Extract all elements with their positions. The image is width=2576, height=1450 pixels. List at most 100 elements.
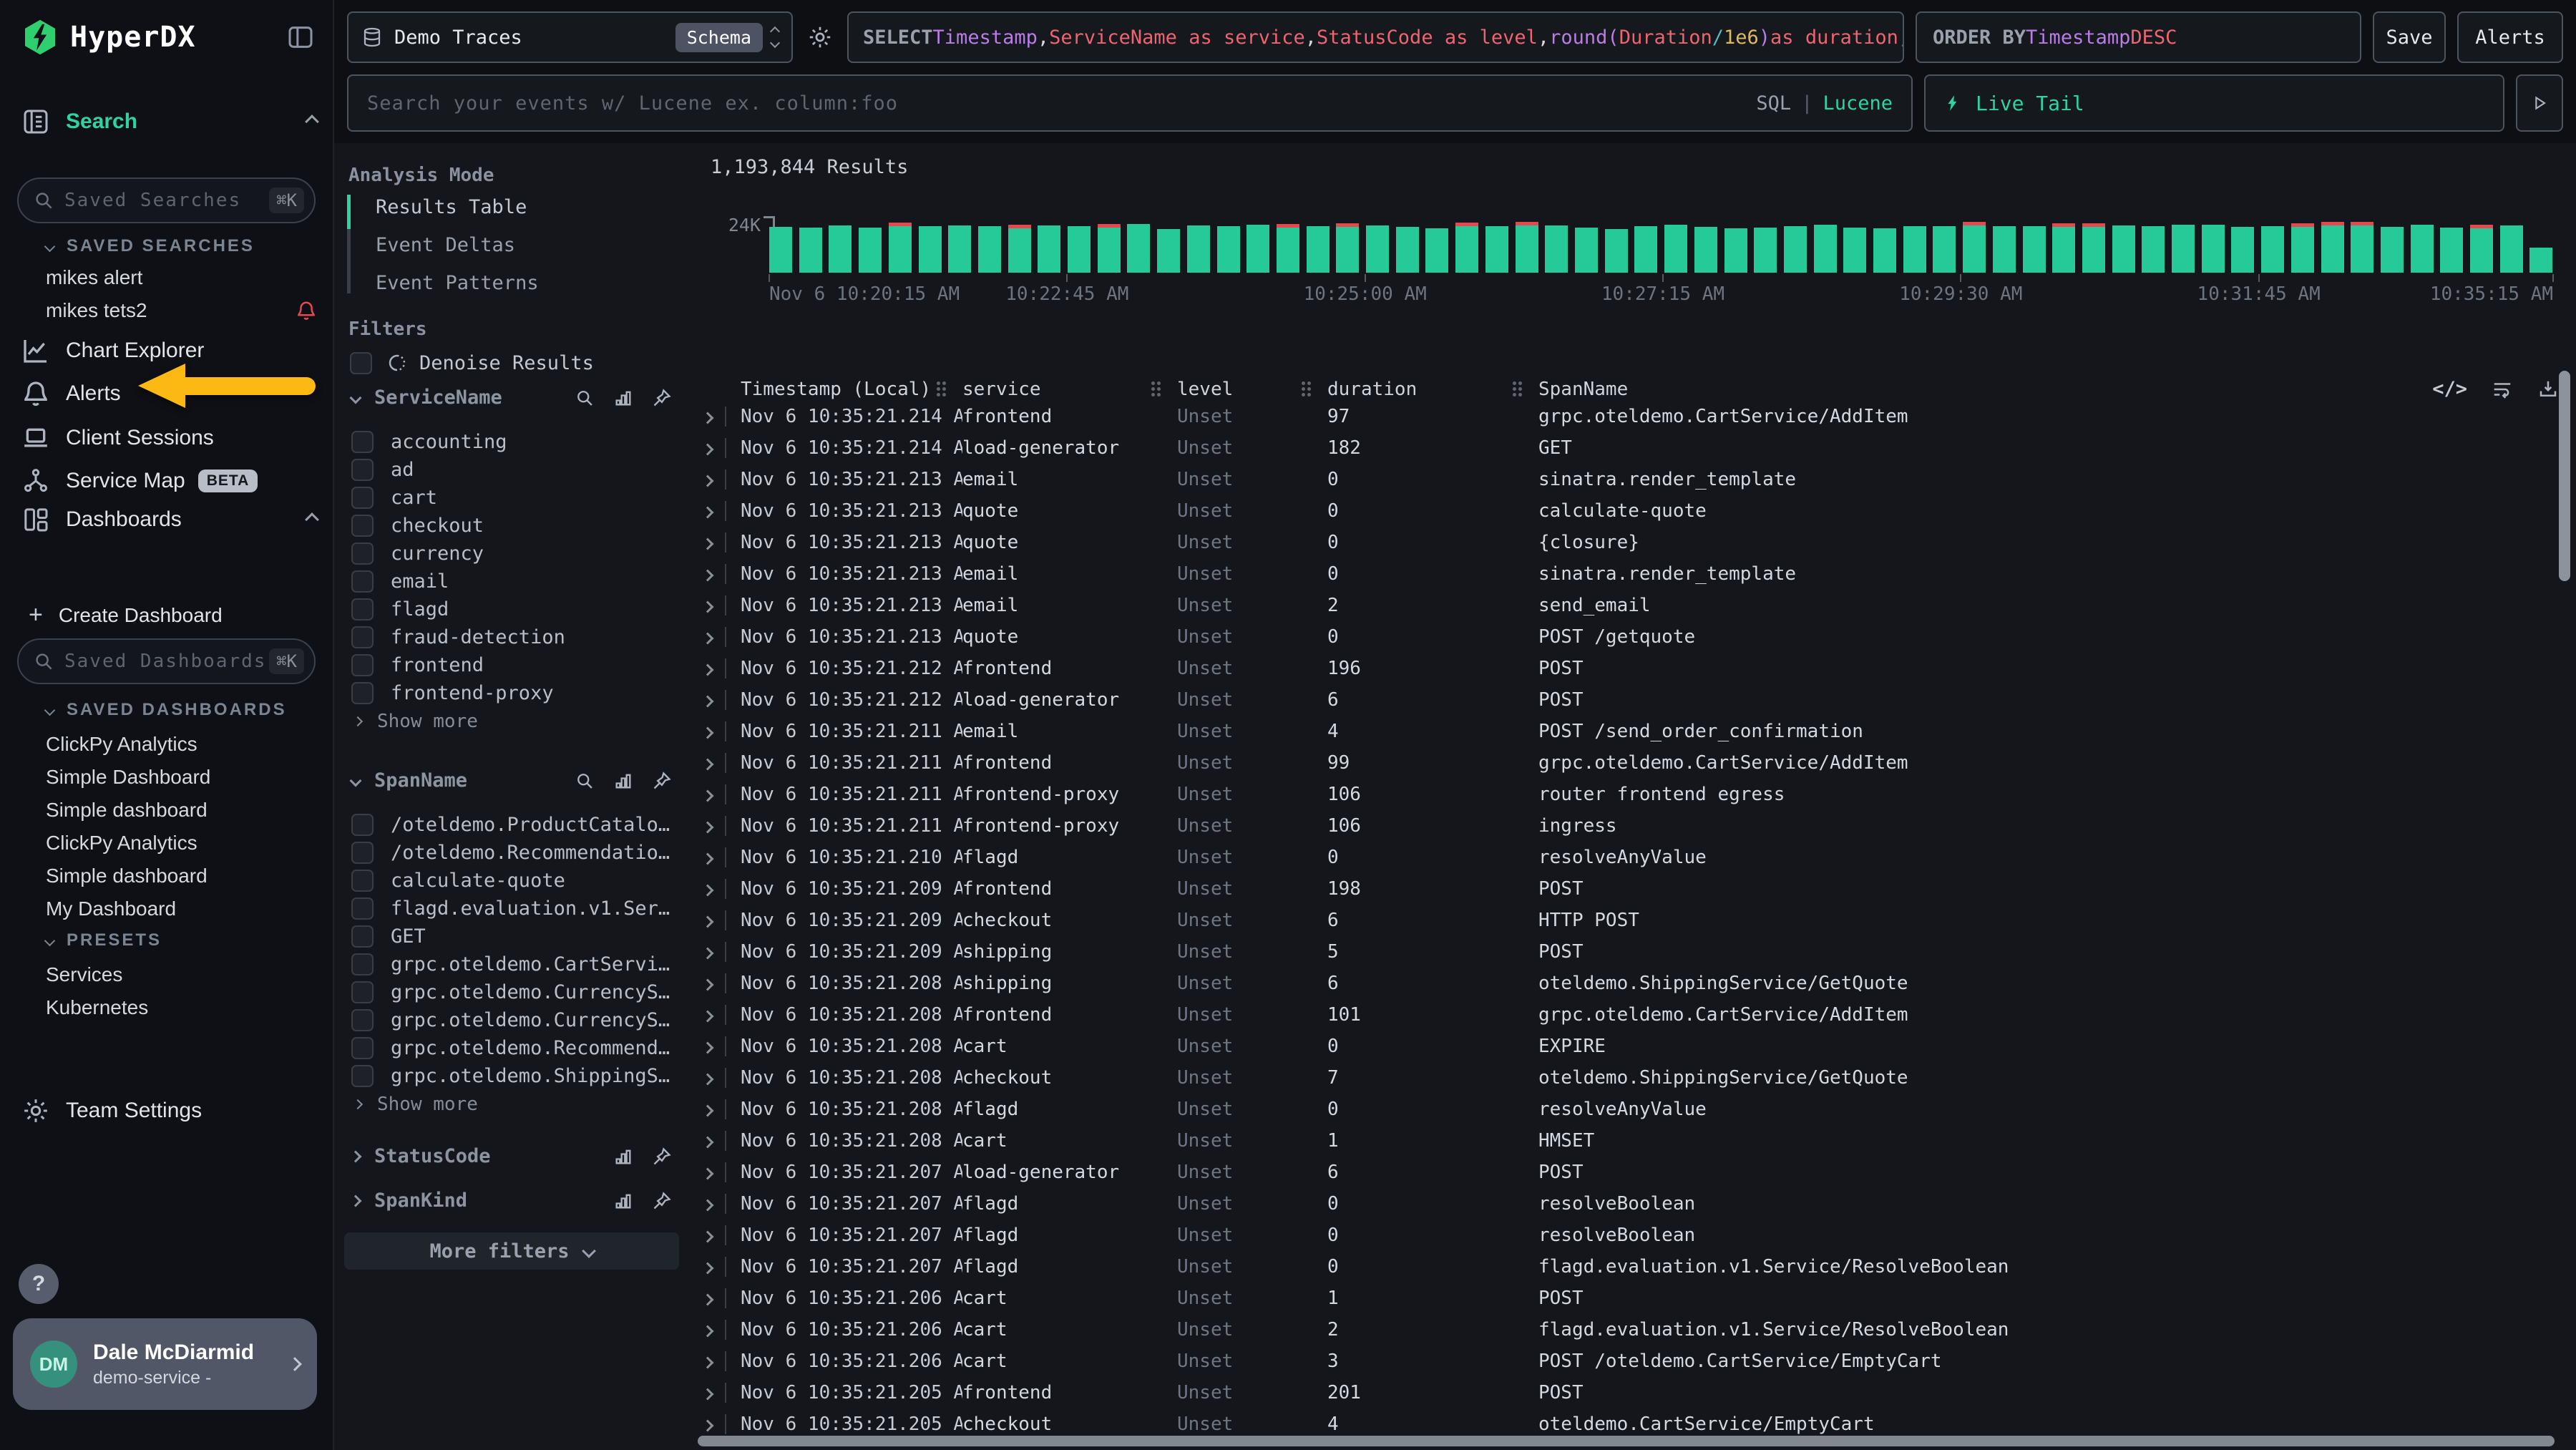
- expand-row-icon[interactable]: [691, 1004, 741, 1026]
- filter-value-row[interactable]: frontend-proxy: [333, 679, 691, 707]
- expand-row-icon[interactable]: [691, 658, 741, 679]
- expand-row-icon[interactable]: [691, 1351, 741, 1372]
- histogram-bar[interactable]: [1068, 226, 1091, 273]
- saved-searches-heading[interactable]: SAVED SEARCHES: [46, 236, 255, 256]
- checkbox[interactable]: [351, 981, 374, 1003]
- histogram-bar[interactable]: [1545, 225, 1568, 273]
- histogram-bar[interactable]: [1754, 228, 1777, 273]
- filter-value-row[interactable]: ad: [333, 456, 691, 484]
- sidebar-item-team-settings[interactable]: Team Settings: [21, 1096, 317, 1125]
- table-row[interactable]: Nov 6 10:35:21.214 AMload-generatorUnset…: [691, 432, 2576, 464]
- histogram-bar[interactable]: [1425, 228, 1448, 273]
- expand-row-icon[interactable]: [691, 1130, 741, 1152]
- show-more-button[interactable]: Show more: [333, 1090, 691, 1118]
- search-icon[interactable]: [575, 388, 595, 408]
- pin-icon[interactable]: [652, 1191, 672, 1211]
- pin-icon[interactable]: [652, 1147, 672, 1167]
- histogram-bar[interactable]: [2231, 227, 2254, 273]
- preset-item[interactable]: Services: [46, 963, 317, 986]
- sidebar-collapse-icon[interactable]: [284, 23, 317, 52]
- checkbox[interactable]: [351, 1037, 374, 1059]
- table-row[interactable]: Nov 6 10:35:21.207 AMload-generatorUnset…: [691, 1157, 2576, 1188]
- pin-icon[interactable]: [652, 771, 672, 791]
- expand-row-icon[interactable]: [691, 595, 741, 616]
- saved-dashboards-heading[interactable]: SAVED DASHBOARDS: [46, 700, 287, 720]
- histogram-bar[interactable]: [1664, 225, 1687, 273]
- histogram-bar[interactable]: [1366, 225, 1389, 273]
- denoise-results-checkbox[interactable]: Denoise Results: [333, 346, 691, 379]
- sidebar-item-search[interactable]: Search: [21, 107, 317, 136]
- filter-value-row[interactable]: /oteldemo.Recommendatio…: [333, 839, 691, 867]
- histogram-bar[interactable]: [1485, 226, 1508, 273]
- table-row[interactable]: Nov 6 10:35:21.208 AMshippingUnset6oteld…: [691, 968, 2576, 999]
- histogram-bar[interactable]: [948, 225, 971, 273]
- filter-value-row[interactable]: email: [333, 568, 691, 595]
- filter-value-row[interactable]: grpc.oteldemo.CurrencyS…: [333, 1006, 691, 1034]
- saved-dashboard-item[interactable]: Simple dashboard: [46, 799, 317, 822]
- mode-event-patterns[interactable]: Event Patterns: [376, 272, 539, 294]
- checkbox[interactable]: [351, 1065, 374, 1087]
- histogram-bar[interactable]: [2172, 225, 2195, 273]
- drag-handle-icon[interactable]: [1513, 381, 1516, 385]
- filter-value-row[interactable]: grpc.oteldemo.Recommend…: [333, 1034, 691, 1062]
- saved-dashboards-input[interactable]: Saved Dashboards ⌘K: [17, 638, 316, 684]
- expand-row-icon[interactable]: [691, 1067, 741, 1089]
- histogram-bar[interactable]: [2411, 225, 2434, 273]
- histogram-bar[interactable]: [1187, 225, 1210, 273]
- table-row[interactable]: Nov 6 10:35:21.212 AMfrontendUnset196POS…: [691, 653, 2576, 684]
- saved-dashboard-item[interactable]: Simple Dashboard: [46, 766, 317, 789]
- order-by-input[interactable]: ORDER BY Timestamp DESC: [1916, 11, 2361, 63]
- filter-value-row[interactable]: flagd: [333, 595, 691, 623]
- sidebar-item-chart-explorer[interactable]: Chart Explorer: [21, 336, 317, 365]
- histogram-bar[interactable]: [1933, 226, 1956, 273]
- expand-row-icon[interactable]: [691, 1413, 741, 1435]
- histogram-bar[interactable]: [2291, 223, 2314, 273]
- column-timestamp[interactable]: Timestamp (Local): [741, 379, 962, 400]
- histogram-bar[interactable]: [2321, 222, 2344, 273]
- table-row[interactable]: Nov 6 10:35:21.211 AMfrontend-proxyUnset…: [691, 810, 2576, 842]
- filter-value-row[interactable]: calculate-quote: [333, 867, 691, 895]
- mode-results-table[interactable]: Results Table: [376, 196, 527, 218]
- histogram-bar[interactable]: [1843, 228, 1866, 273]
- saved-searches-input[interactable]: Saved Searches ⌘K: [17, 177, 316, 223]
- schema-badge[interactable]: Schema: [675, 23, 763, 52]
- sql-toggle[interactable]: SQL: [1756, 92, 1791, 115]
- filter-value-row[interactable]: grpc.oteldemo.ShippingS…: [333, 1062, 691, 1090]
- expand-row-icon[interactable]: [691, 406, 741, 427]
- bar-chart-icon[interactable]: [613, 1191, 633, 1211]
- histogram-bar[interactable]: [1993, 226, 2016, 273]
- histogram-bar[interactable]: [1246, 225, 1269, 273]
- bar-chart-icon[interactable]: [613, 771, 633, 791]
- histogram-bar[interactable]: [1098, 224, 1121, 273]
- expand-row-icon[interactable]: [691, 1193, 741, 1215]
- expand-row-icon[interactable]: [691, 563, 741, 585]
- table-row[interactable]: Nov 6 10:35:21.213 AMquoteUnset0calculat…: [691, 495, 2576, 527]
- show-more-button[interactable]: Show more: [333, 707, 691, 735]
- table-row[interactable]: Nov 6 10:35:21.213 AMemailUnset0sinatra.…: [691, 558, 2576, 590]
- expand-row-icon[interactable]: [691, 500, 741, 522]
- saved-search-item[interactable]: mikes tets2: [46, 299, 317, 322]
- chevron-up-icon[interactable]: [305, 115, 319, 129]
- histogram-bar[interactable]: [829, 225, 852, 273]
- table-row[interactable]: Nov 6 10:35:21.211 AMfrontendUnset99grpc…: [691, 747, 2576, 779]
- expand-row-icon[interactable]: [691, 1256, 741, 1278]
- results-histogram[interactable]: [769, 224, 2553, 273]
- histogram-bar[interactable]: [1814, 225, 1837, 273]
- sidebar-item-client-sessions[interactable]: Client Sessions: [21, 424, 317, 452]
- expand-row-icon[interactable]: [691, 469, 741, 490]
- histogram-bar[interactable]: [2082, 223, 2105, 273]
- code-icon[interactable]: </>: [2432, 378, 2467, 400]
- expand-row-icon[interactable]: [691, 689, 741, 711]
- histogram-bar[interactable]: [2261, 226, 2284, 273]
- lucene-toggle[interactable]: Lucene: [1823, 92, 1893, 115]
- checkbox[interactable]: [351, 814, 374, 836]
- saved-dashboard-item[interactable]: My Dashboard: [46, 897, 317, 920]
- source-selector[interactable]: Demo Traces Schema: [347, 11, 793, 63]
- column-duration[interactable]: duration: [1327, 379, 1538, 400]
- live-tail-button[interactable]: Live Tail: [1924, 74, 2504, 132]
- drag-handle-icon[interactable]: [1151, 381, 1155, 385]
- table-row[interactable]: Nov 6 10:35:21.208 AMcartUnset0EXPIRE: [691, 1031, 2576, 1062]
- checkbox[interactable]: [351, 842, 374, 864]
- checkbox[interactable]: [351, 431, 374, 453]
- filter-section-servicename[interactable]: ServiceName: [333, 386, 691, 409]
